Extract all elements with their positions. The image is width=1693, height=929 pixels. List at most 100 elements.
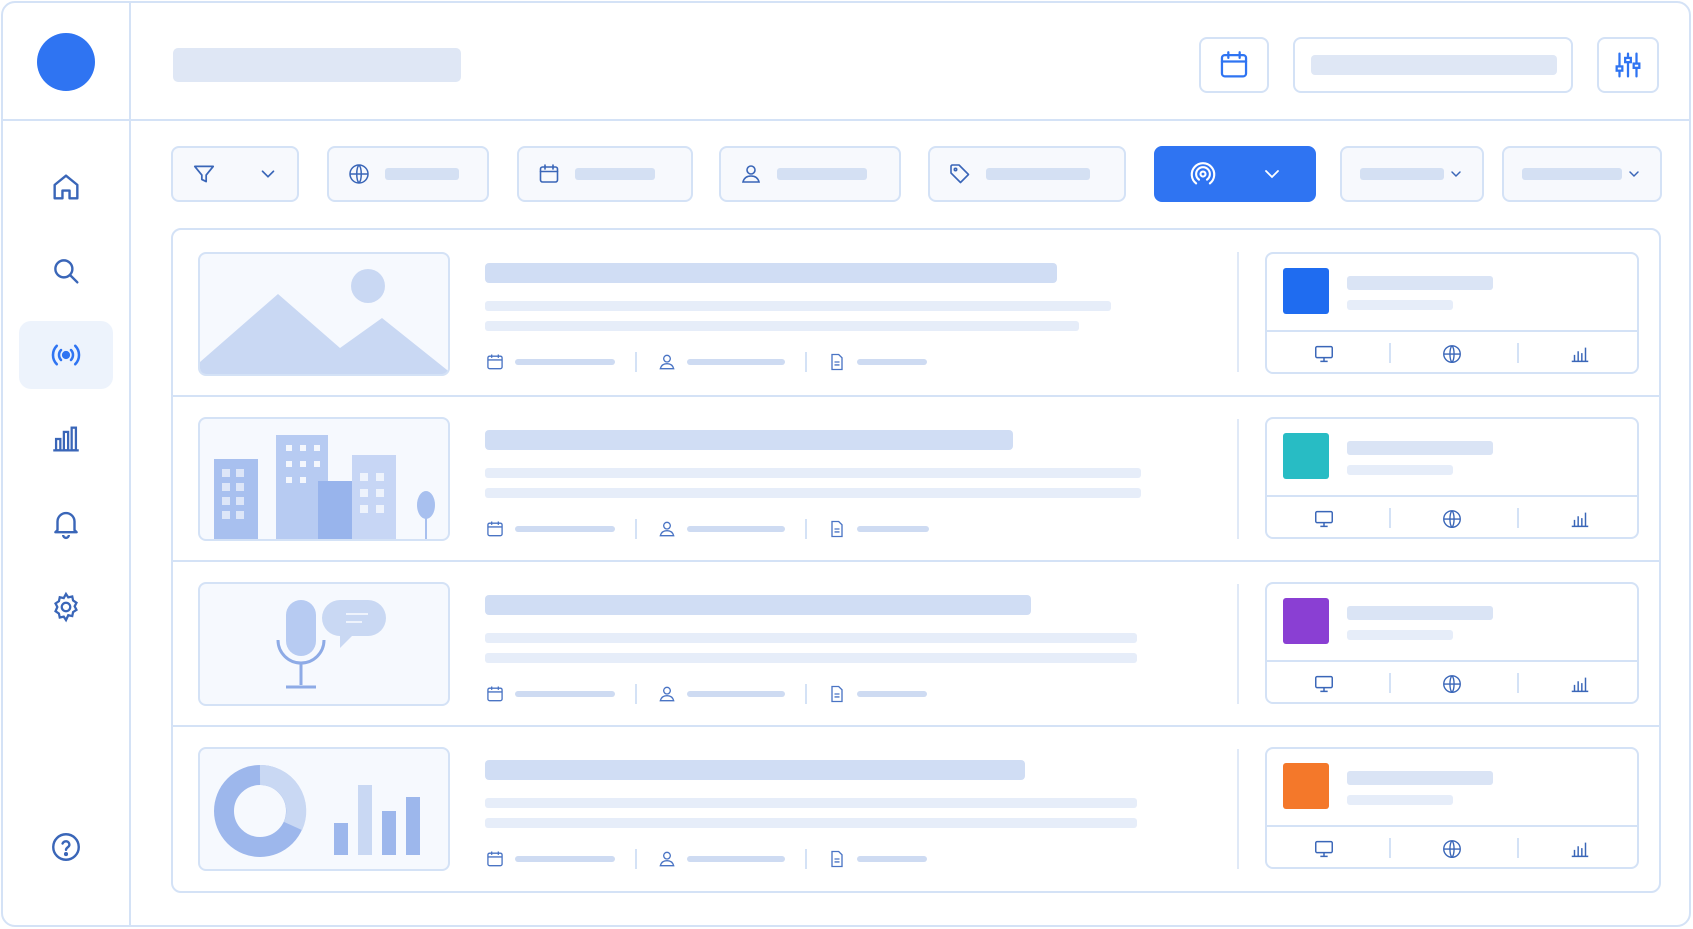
list-item[interactable] — [173, 230, 1659, 395]
sidebar-item-notifications[interactable] — [19, 489, 113, 557]
user-icon — [741, 165, 761, 183]
search-icon — [54, 259, 79, 284]
donut-bar-chart-image — [198, 747, 450, 871]
item-meta — [485, 352, 927, 372]
item-meta — [485, 849, 927, 869]
item-description-line — [485, 488, 1141, 498]
filter-icon — [193, 165, 215, 183]
item-meta — [485, 519, 929, 539]
region-filter[interactable] — [327, 146, 489, 202]
sidebar-item-help[interactable] — [19, 813, 113, 881]
item-meta — [485, 684, 927, 704]
calendar-icon — [487, 354, 503, 370]
search-placeholder — [1311, 55, 1557, 75]
calendar-button[interactable] — [1199, 37, 1269, 93]
calendar-icon — [539, 164, 559, 183]
globe-icon[interactable] — [1441, 673, 1463, 695]
item-date — [515, 856, 615, 862]
list-item[interactable] — [173, 725, 1659, 890]
chevron-down-icon — [1629, 171, 1639, 178]
gear-icon — [54, 591, 78, 623]
chevron-down-icon — [1451, 171, 1461, 178]
tag-icon — [950, 164, 970, 184]
sidebar-item-broadcast[interactable] — [19, 321, 113, 389]
item-description-line — [485, 301, 1111, 311]
document-icon — [831, 685, 843, 703]
user-icon — [659, 851, 675, 867]
bar-chart-icon[interactable] — [1569, 673, 1591, 695]
microphone-chat-image — [198, 582, 450, 706]
broadcast-icon — [1190, 162, 1216, 185]
item-title — [485, 430, 1013, 450]
logo[interactable] — [37, 33, 95, 91]
sort-dropdown[interactable] — [1340, 146, 1484, 202]
sidebar-item-settings[interactable] — [19, 573, 113, 641]
channel-filter[interactable] — [1154, 146, 1316, 202]
date-filter[interactable] — [517, 146, 693, 202]
item-color-swatch — [1283, 268, 1329, 314]
document-icon — [831, 850, 843, 868]
item-description-line — [485, 633, 1137, 643]
filter-dropdown[interactable] — [171, 146, 299, 202]
author-filter[interactable] — [719, 146, 901, 202]
bar-chart-icon[interactable] — [1569, 343, 1591, 365]
item-document — [857, 691, 927, 697]
document-icon — [831, 520, 843, 538]
region-filter-label — [385, 168, 459, 180]
bar-chart-icon — [53, 426, 79, 452]
item-date — [515, 526, 615, 532]
item-card[interactable] — [1265, 747, 1639, 869]
item-author — [687, 526, 785, 532]
item-title — [485, 595, 1031, 615]
item-card[interactable] — [1265, 417, 1639, 539]
item-title — [485, 263, 1057, 283]
chevron-down-icon — [261, 170, 275, 178]
globe-icon[interactable] — [1441, 838, 1463, 860]
item-color-swatch — [1283, 433, 1329, 479]
globe-icon — [349, 164, 369, 184]
landscape-image — [198, 252, 450, 376]
view-dropdown[interactable] — [1502, 146, 1662, 202]
search-input[interactable] — [1293, 37, 1573, 93]
globe-icon[interactable] — [1441, 508, 1463, 530]
list-item[interactable] — [173, 560, 1659, 725]
item-author — [687, 856, 785, 862]
monitor-icon[interactable] — [1313, 343, 1335, 365]
item-title — [485, 760, 1025, 780]
chevron-down-icon — [1265, 170, 1279, 179]
sidebar-item-analytics[interactable] — [19, 405, 113, 473]
settings-sliders-button[interactable] — [1597, 37, 1659, 93]
item-document — [857, 526, 929, 532]
item-document — [857, 856, 927, 862]
sidebar-item-search[interactable] — [19, 237, 113, 305]
view-dropdown-label — [1522, 168, 1622, 180]
monitor-icon[interactable] — [1313, 508, 1335, 530]
calendar-icon — [487, 851, 503, 867]
user-icon — [659, 686, 675, 702]
content-list — [171, 228, 1661, 893]
tag-filter[interactable] — [928, 146, 1126, 202]
broadcast-icon — [51, 344, 81, 366]
item-description-line — [485, 653, 1137, 663]
top-bar — [131, 3, 1689, 121]
user-icon — [659, 354, 675, 370]
sliders-icon — [1615, 52, 1641, 78]
sidebar-item-home[interactable] — [19, 153, 113, 221]
page-title — [173, 48, 461, 82]
help-icon — [52, 833, 80, 861]
bar-chart-icon[interactable] — [1569, 508, 1591, 530]
globe-icon[interactable] — [1441, 343, 1463, 365]
list-item[interactable] — [173, 395, 1659, 560]
item-date — [515, 359, 615, 365]
sidebar — [3, 3, 131, 925]
item-author — [687, 691, 785, 697]
item-description-line — [485, 321, 1079, 331]
item-author — [687, 359, 785, 365]
bar-chart-icon[interactable] — [1569, 838, 1591, 860]
item-card[interactable] — [1265, 582, 1639, 704]
monitor-icon[interactable] — [1313, 673, 1335, 695]
item-card[interactable] — [1265, 252, 1639, 374]
monitor-icon[interactable] — [1313, 838, 1335, 860]
home-icon — [53, 174, 79, 200]
city-buildings-image — [198, 417, 450, 541]
